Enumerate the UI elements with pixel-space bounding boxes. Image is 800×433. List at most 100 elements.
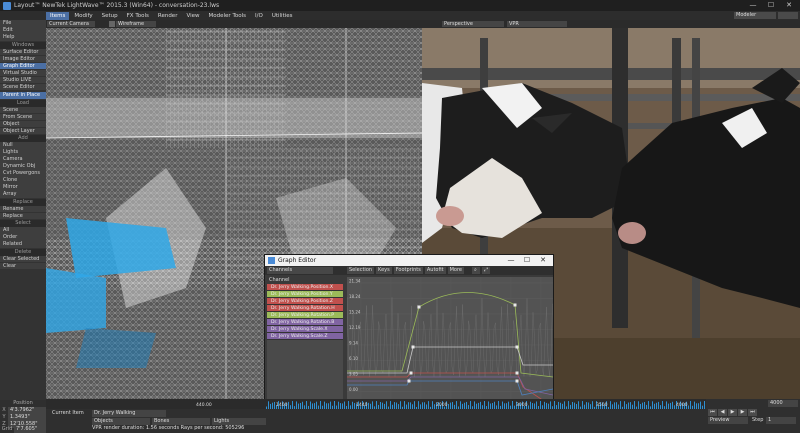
camera-dropdown[interactable]: Current Camera bbox=[47, 21, 95, 27]
help-menu[interactable]: Help bbox=[0, 34, 46, 41]
last-frame-button[interactable]: ⏭ bbox=[748, 409, 757, 416]
maximize-button[interactable]: ☐ bbox=[762, 0, 780, 11]
tab-view[interactable]: View bbox=[182, 12, 203, 20]
tab-render[interactable]: Render bbox=[154, 12, 182, 20]
end-frame-field[interactable]: 4000 bbox=[768, 400, 798, 407]
load-object-layer-button[interactable]: Object Layer bbox=[0, 127, 46, 134]
tab-io[interactable]: I/O bbox=[251, 12, 267, 20]
position-y-field[interactable]: 1.3493" bbox=[8, 414, 46, 421]
window-options-button[interactable] bbox=[778, 12, 798, 19]
add-dynamic-obj-button[interactable]: Dynamic Obj bbox=[0, 163, 46, 170]
zoom-icon[interactable]: ⌕ bbox=[471, 267, 480, 274]
channel-row[interactable]: Dr. Jerry Walking.Scale.Z bbox=[267, 333, 343, 340]
load-from-scene-button[interactable]: From Scene bbox=[0, 113, 46, 120]
timeline-key-marker bbox=[638, 401, 639, 409]
channel-row[interactable]: Dr. Jerry Walking.Position.X bbox=[267, 284, 343, 291]
lights-toggle[interactable]: Lights bbox=[212, 418, 266, 425]
select-order-button[interactable]: Order bbox=[0, 234, 46, 241]
add-null-button[interactable]: Null bbox=[0, 142, 46, 149]
channel-row[interactable]: Dr. Jerry Walking.Rotation.B bbox=[267, 319, 343, 326]
rename-button[interactable]: Rename bbox=[0, 205, 46, 212]
add-mirror-button[interactable]: Mirror bbox=[0, 184, 46, 191]
add-cvt-powergons-button[interactable]: Cvt Powergons bbox=[0, 170, 46, 177]
timeline-slider[interactable]: 440.00 1400 1440 2000 3000 3500 4000 bbox=[46, 399, 706, 409]
ge-maximize-button[interactable]: ☐ bbox=[519, 255, 535, 266]
channels-dropdown[interactable]: Channels bbox=[267, 267, 333, 274]
load-object-button[interactable]: Object bbox=[0, 120, 46, 127]
step-field[interactable]: 1 bbox=[766, 417, 796, 424]
keyframe-handle[interactable] bbox=[407, 379, 411, 383]
minimize-button[interactable]: — bbox=[744, 0, 762, 11]
next-key-button[interactable]: ▶ bbox=[738, 409, 747, 416]
channel-row[interactable]: Dr. Jerry Walking.Rotation.H bbox=[267, 305, 343, 312]
scene-editor-button[interactable]: Scene Editor bbox=[0, 83, 46, 90]
tab-items[interactable]: Items bbox=[46, 11, 70, 20]
graph-editor-titlebar[interactable]: Graph Editor — ☐ ✕ bbox=[265, 255, 553, 266]
timeline-key-marker bbox=[428, 401, 429, 409]
timeline-key-marker bbox=[694, 401, 695, 409]
add-lights-button[interactable]: Lights bbox=[0, 149, 46, 156]
left-viewport-header: Current Camera Wireframe bbox=[46, 20, 422, 28]
keyframe-handle[interactable] bbox=[417, 305, 421, 309]
channel-row[interactable]: Dr. Jerry Walking.Rotation.P bbox=[267, 312, 343, 319]
studio-live-button[interactable]: Studio LIVE bbox=[0, 76, 46, 83]
viewport-icon[interactable] bbox=[109, 21, 115, 27]
surface-editor-button[interactable]: Surface Editor bbox=[0, 48, 46, 55]
modeler-dropdown[interactable]: Modeler bbox=[734, 12, 776, 19]
replace-button[interactable]: Replace bbox=[0, 212, 46, 219]
keyframe-handle[interactable] bbox=[409, 371, 413, 375]
position-x-field[interactable]: 4'3.7962" bbox=[8, 407, 46, 414]
tab-fx-tools[interactable]: FX Tools bbox=[123, 12, 153, 20]
virtual-studio-button[interactable]: Virtual Studio bbox=[0, 69, 46, 76]
clear-button[interactable]: Clear bbox=[0, 262, 46, 269]
more-menu[interactable]: More bbox=[447, 267, 464, 274]
tab-modify[interactable]: Modify bbox=[70, 12, 96, 20]
view-dropdown[interactable]: Perspective bbox=[442, 21, 504, 27]
tab-setup[interactable]: Setup bbox=[98, 12, 122, 20]
render-mode-dropdown[interactable]: Wireframe bbox=[116, 21, 156, 27]
bones-toggle[interactable]: Bones bbox=[152, 418, 210, 425]
timeline-key-marker bbox=[334, 401, 335, 409]
ge-minimize-button[interactable]: — bbox=[503, 255, 519, 266]
keyframe-handle[interactable] bbox=[515, 379, 519, 383]
close-button[interactable]: ✕ bbox=[780, 0, 798, 11]
section-add: Add bbox=[0, 135, 46, 142]
autofit-menu[interactable]: Autofit bbox=[424, 267, 446, 274]
add-clone-button[interactable]: Clone bbox=[0, 177, 46, 184]
tab-modeler-tools[interactable]: Modeler Tools bbox=[205, 12, 250, 20]
prev-key-button[interactable]: ◀ bbox=[718, 409, 727, 416]
keyframe-handle[interactable] bbox=[513, 303, 517, 307]
tab-utilities[interactable]: Utilities bbox=[268, 12, 297, 20]
timeline-key-marker bbox=[554, 401, 555, 409]
timeline-key-marker bbox=[344, 401, 345, 409]
channel-row[interactable]: Dr. Jerry Walking.Position.Y bbox=[267, 291, 343, 298]
footprints-menu[interactable]: Footprints bbox=[393, 267, 423, 274]
ge-close-button[interactable]: ✕ bbox=[535, 255, 551, 266]
keyframe-handle[interactable] bbox=[515, 371, 519, 375]
selection-menu[interactable]: Selection bbox=[347, 267, 375, 274]
add-array-button[interactable]: Array bbox=[0, 191, 46, 198]
image-editor-button[interactable]: Image Editor bbox=[0, 55, 46, 62]
current-item-dropdown[interactable]: Dr. Jerry Walking bbox=[92, 410, 166, 417]
select-all-button[interactable]: All bbox=[0, 227, 46, 234]
edit-menu[interactable]: Edit bbox=[0, 27, 46, 34]
expand-icon[interactable]: ⤢ bbox=[481, 267, 490, 274]
channel-row[interactable]: Dr. Jerry Walking.Position.Z bbox=[267, 298, 343, 305]
clear-selected-button[interactable]: Clear Selected bbox=[0, 255, 46, 262]
load-scene-button[interactable]: Scene bbox=[0, 106, 46, 113]
objects-toggle[interactable]: Objects bbox=[92, 418, 150, 425]
graph-editor-button[interactable]: Graph Editor bbox=[0, 62, 46, 69]
file-menu[interactable]: File bbox=[0, 20, 46, 27]
play-button[interactable]: ▶ bbox=[728, 409, 737, 416]
vpr-mode-dropdown[interactable]: VPR bbox=[507, 21, 567, 27]
select-related-button[interactable]: Related bbox=[0, 241, 46, 248]
add-camera-button[interactable]: Camera bbox=[0, 156, 46, 163]
parent-in-place-toggle[interactable]: Parent in Place bbox=[0, 92, 46, 99]
grid-size-field[interactable]: 7'7.605" bbox=[14, 426, 46, 433]
keys-menu[interactable]: Keys bbox=[376, 267, 392, 274]
keyframe-handle[interactable] bbox=[515, 345, 519, 349]
keyframe-handle[interactable] bbox=[411, 345, 415, 349]
first-frame-button[interactable]: ⏮ bbox=[708, 409, 717, 416]
preview-dropdown[interactable]: Preview bbox=[708, 417, 748, 424]
channel-row[interactable]: Dr. Jerry Walking.Scale.X bbox=[267, 326, 343, 333]
